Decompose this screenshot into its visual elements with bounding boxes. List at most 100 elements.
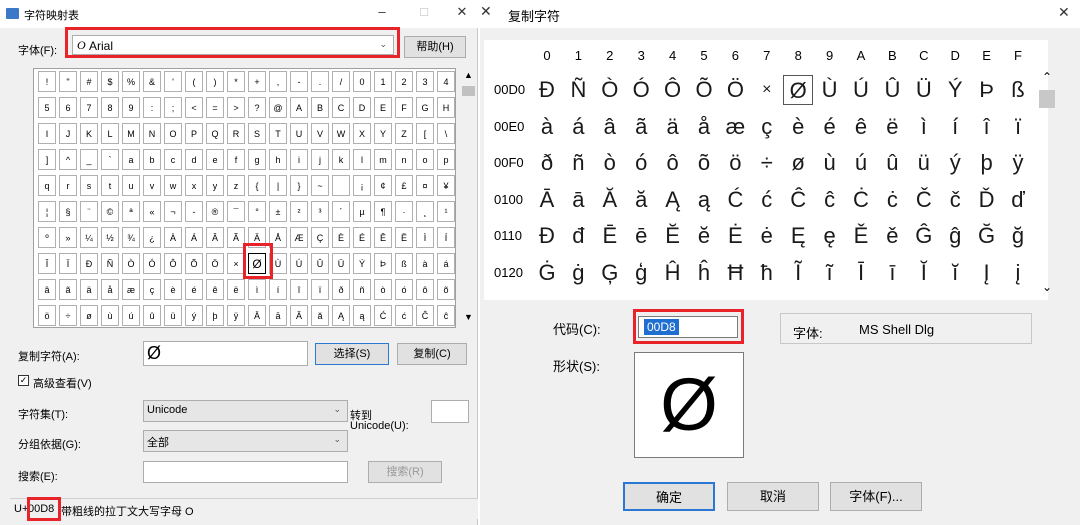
table-cell[interactable]: ä bbox=[658, 112, 688, 142]
character-cell[interactable]: Í bbox=[437, 227, 455, 248]
table-cell[interactable]: Ģ bbox=[595, 258, 625, 288]
table-cell[interactable]: Č bbox=[909, 185, 939, 215]
character-cell[interactable]: H bbox=[437, 97, 455, 118]
character-cell[interactable]: $ bbox=[101, 71, 119, 92]
character-cell[interactable]: W bbox=[332, 123, 350, 144]
character-cell[interactable]: h bbox=[269, 149, 287, 170]
character-cell[interactable]: d bbox=[185, 149, 203, 170]
character-cell[interactable]: E bbox=[374, 97, 392, 118]
character-cell[interactable]: M bbox=[122, 123, 140, 144]
character-cell[interactable]: Y bbox=[374, 123, 392, 144]
table-cell[interactable]: í bbox=[940, 112, 970, 142]
character-cell[interactable]: < bbox=[185, 97, 203, 118]
character-cell[interactable]: G bbox=[416, 97, 434, 118]
character-cell[interactable]: r bbox=[59, 175, 77, 196]
character-cell[interactable]: ¶ bbox=[374, 201, 392, 222]
character-cell[interactable]: ù bbox=[101, 305, 119, 326]
character-cell[interactable]: U bbox=[290, 123, 308, 144]
table-cell[interactable]: Ē bbox=[595, 221, 625, 251]
goto-unicode-input[interactable] bbox=[431, 400, 469, 423]
table-cell[interactable]: Ò bbox=[595, 75, 625, 105]
table-cell[interactable]: Ð bbox=[532, 75, 562, 105]
character-cell[interactable]: 3 bbox=[416, 71, 434, 92]
character-cell[interactable]: z bbox=[227, 175, 245, 196]
character-cell[interactable]: Ā bbox=[248, 305, 266, 326]
group-select[interactable]: 全部 ⌄ bbox=[143, 430, 348, 452]
table-cell[interactable]: à bbox=[532, 112, 562, 142]
character-cell[interactable]: ¿ bbox=[143, 227, 161, 248]
table-cell[interactable]: Û bbox=[877, 75, 907, 105]
table-cell[interactable]: ñ bbox=[563, 148, 593, 178]
character-cell[interactable]: 1 bbox=[374, 71, 392, 92]
table-cell[interactable]: è bbox=[783, 112, 813, 142]
character-cell[interactable]: ô bbox=[416, 279, 434, 300]
table-cell[interactable]: ĭ bbox=[940, 258, 970, 288]
close-icon[interactable]: ✕ bbox=[452, 2, 472, 24]
character-cell[interactable]: n bbox=[395, 149, 413, 170]
table-cell[interactable]: Ñ bbox=[563, 75, 593, 105]
character-cell[interactable]: & bbox=[143, 71, 161, 92]
table-cell[interactable]: Ę bbox=[783, 221, 813, 251]
table-cell[interactable]: ā bbox=[563, 185, 593, 215]
character-cell[interactable]: ý bbox=[185, 305, 203, 326]
table-cell[interactable]: Ĭ bbox=[909, 258, 939, 288]
table-cell[interactable]: Ĝ bbox=[909, 221, 939, 251]
table-cell[interactable]: þ bbox=[972, 148, 1002, 178]
character-cell[interactable]: Ü bbox=[332, 253, 350, 274]
character-cell[interactable]: L bbox=[101, 123, 119, 144]
table-cell[interactable]: Ĉ bbox=[783, 185, 813, 215]
table-cell[interactable]: Ī bbox=[846, 258, 876, 288]
character-cell[interactable]: } bbox=[290, 175, 308, 196]
table-cell[interactable]: Ý bbox=[940, 75, 970, 105]
table-cell[interactable]: æ bbox=[720, 112, 750, 142]
character-cell[interactable]: ³ bbox=[311, 201, 329, 222]
character-cell[interactable]: · bbox=[395, 201, 413, 222]
character-cell[interactable]: à bbox=[416, 253, 434, 274]
table-cell[interactable]: Þ bbox=[972, 75, 1002, 105]
character-cell[interactable]: Ć bbox=[374, 305, 392, 326]
character-cell[interactable]: s bbox=[80, 175, 98, 196]
character-cell[interactable]: Ç bbox=[311, 227, 329, 248]
table-cell[interactable]: Đ bbox=[532, 221, 562, 251]
character-cell[interactable]: - bbox=[185, 201, 203, 222]
table-cell[interactable]: ă bbox=[626, 185, 656, 215]
charset-select[interactable]: Unicode ⌄ bbox=[143, 400, 348, 422]
close-icon[interactable]: ✕ bbox=[480, 3, 492, 20]
character-cell[interactable]: [ bbox=[416, 123, 434, 144]
help-button[interactable]: 帮助(H) bbox=[404, 36, 466, 58]
table-cell[interactable]: ÿ bbox=[1003, 148, 1033, 178]
character-cell[interactable]: Î bbox=[38, 253, 56, 274]
character-cell[interactable]: ö bbox=[38, 305, 56, 326]
character-cell[interactable]: æ bbox=[122, 279, 140, 300]
ok-button[interactable]: 确定 bbox=[623, 482, 715, 511]
character-cell[interactable]: ã bbox=[59, 279, 77, 300]
table-cell[interactable]: Ą bbox=[658, 185, 688, 215]
table-cell[interactable]: î bbox=[972, 112, 1002, 142]
table-cell[interactable]: Ĥ bbox=[658, 258, 688, 288]
table-cell[interactable]: ú bbox=[846, 148, 876, 178]
table-cell[interactable]: ø bbox=[783, 148, 813, 178]
grid-scrollbar[interactable]: ▲ ▼ bbox=[460, 68, 477, 328]
character-cell[interactable]: î bbox=[290, 279, 308, 300]
character-cell[interactable]: µ bbox=[353, 201, 371, 222]
character-cell[interactable]: " bbox=[59, 71, 77, 92]
character-cell[interactable]: | bbox=[269, 175, 287, 196]
copy-button[interactable]: 复制(C) bbox=[397, 343, 467, 365]
table-cell[interactable]: Ă bbox=[595, 185, 625, 215]
character-cell[interactable]: Ñ bbox=[101, 253, 119, 274]
search-button[interactable]: 搜索(R) bbox=[368, 461, 442, 483]
minimize-icon[interactable]: – bbox=[372, 2, 392, 24]
table-cell[interactable]: ę bbox=[815, 221, 845, 251]
character-cell[interactable]: Ą bbox=[332, 305, 350, 326]
character-cell[interactable]: º bbox=[38, 227, 56, 248]
character-cell[interactable]: ! bbox=[38, 71, 56, 92]
character-cell[interactable]: Ð bbox=[80, 253, 98, 274]
character-cell[interactable]: ° bbox=[248, 201, 266, 222]
table-cell[interactable]: Ĩ bbox=[783, 258, 813, 288]
character-cell[interactable]: X bbox=[353, 123, 371, 144]
character-cell[interactable]: í bbox=[269, 279, 287, 300]
character-cell[interactable]: ÿ bbox=[227, 305, 245, 326]
table-cell[interactable]: Ď bbox=[972, 185, 1002, 215]
character-cell[interactable]: ¬ bbox=[164, 201, 182, 222]
close-icon[interactable]: ✕ bbox=[1058, 4, 1070, 21]
